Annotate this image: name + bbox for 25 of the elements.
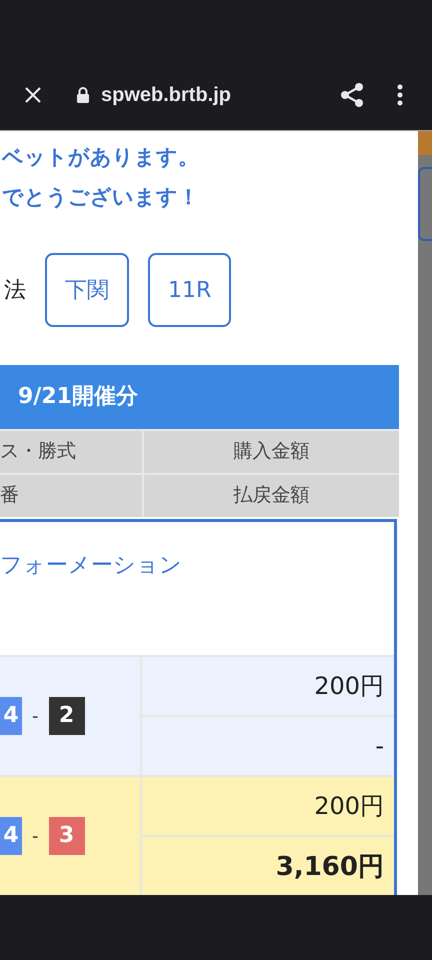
bet-type-text: フォーメーション (0, 553, 182, 578)
header-cell-text: 払戻金額 (232, 483, 310, 508)
dash-text: - (32, 826, 38, 846)
close-icon[interactable] (23, 85, 43, 105)
boat-number: 3 (48, 817, 84, 855)
boat-number: 4 (0, 697, 22, 735)
stake-amount: 200円 (314, 671, 384, 702)
message-text: ベットがあります。 (0, 144, 200, 171)
lock-icon (76, 86, 90, 104)
filter-button[interactable]: 下関 (45, 253, 129, 327)
menu-icon[interactable] (397, 84, 403, 106)
filter-label: 法 (4, 277, 26, 305)
header-cell-text: 購入金額 (232, 439, 310, 464)
message-text: でとうございます！ (1, 184, 200, 211)
boat-number: 2 (48, 697, 84, 735)
filter-button[interactable]: 11R (148, 253, 232, 327)
boat-number: 4 (0, 817, 22, 855)
stake-amount: 200円 (314, 791, 384, 822)
payout-amount: - (375, 732, 384, 760)
payout-amount: 3,160円 (276, 850, 384, 884)
share-icon[interactable] (339, 82, 365, 108)
header-cell: 番 (0, 475, 144, 517)
dash-text: - (32, 706, 38, 726)
url-text[interactable]: spweb.brtb.jp (101, 84, 231, 106)
table-title: 9/21開催分 (0, 365, 399, 429)
